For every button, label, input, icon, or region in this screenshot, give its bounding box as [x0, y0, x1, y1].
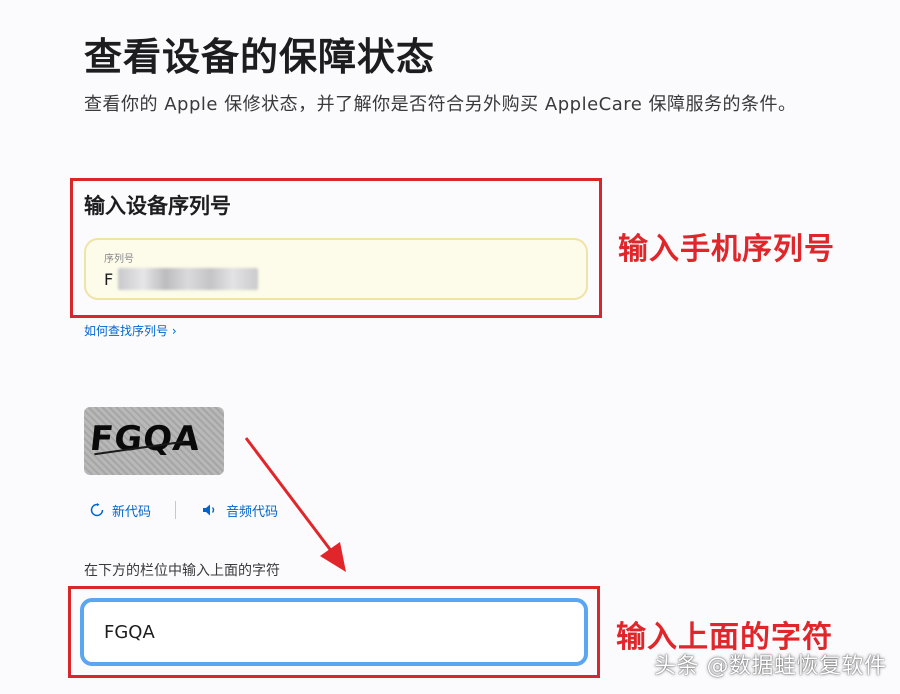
new-code-button[interactable]: 新代码: [90, 501, 151, 520]
watermark: 头条 @数据蛙恢复软件: [654, 654, 887, 679]
captcha-actions: 新代码 音频代码: [90, 500, 278, 520]
page-title: 查看设备的保障状态: [84, 35, 436, 79]
captcha-image: FGQA: [84, 407, 224, 475]
speaker-icon: [203, 504, 215, 516]
serial-annotation-label: 输入手机序列号: [618, 232, 835, 267]
captcha-instruction: 在下方的栏位中输入上面的字符: [84, 563, 280, 579]
new-code-label: 新代码: [112, 504, 152, 520]
actions-divider: [175, 501, 177, 519]
serial-redaction-blur: [118, 268, 258, 290]
audio-code-button[interactable]: 音频代码: [202, 501, 278, 520]
find-serial-link[interactable]: 如何查找序列号 ›: [84, 322, 177, 339]
serial-section-heading: 输入设备序列号: [84, 194, 231, 218]
serial-field-label: 序列号: [104, 254, 134, 265]
serial-field-value: F: [104, 270, 114, 289]
audio-code-label: 音频代码: [226, 504, 279, 520]
captcha-input[interactable]: [80, 598, 588, 666]
serial-number-field[interactable]: 序列号 F: [84, 238, 588, 300]
refresh-icon: [90, 503, 104, 517]
page-subtitle: 查看你的 Apple 保修状态，并了解你是否符合另外购买 AppleCare 保…: [84, 94, 797, 115]
